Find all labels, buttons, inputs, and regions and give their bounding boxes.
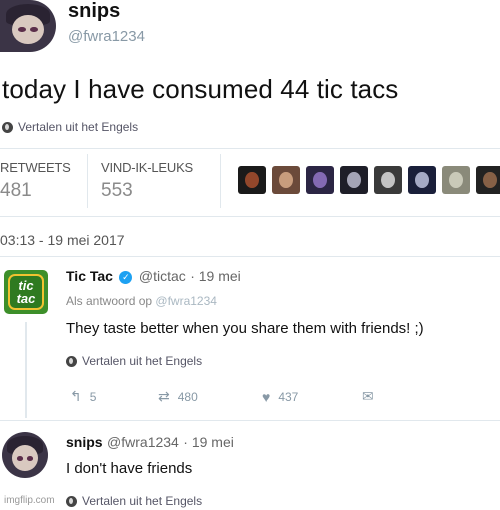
direct-message-action[interactable]: ✉ xyxy=(362,388,374,405)
liker-avatar-figure xyxy=(381,171,395,189)
thread-line xyxy=(25,322,27,418)
reply-count: 5 xyxy=(89,389,97,404)
like-action[interactable]: ♥ 437 xyxy=(262,389,362,405)
likes-label[interactable]: VIND-IK-LEUKS xyxy=(101,160,193,175)
reply2-author-handle[interactable]: @fwra1234 xyxy=(107,434,179,450)
logo-text: tac xyxy=(16,291,36,306)
reply-action[interactable]: ↰ 5 xyxy=(70,388,158,405)
liker-avatar-figure xyxy=(347,171,361,189)
reply-to-line: Als antwoord op @fwra1234 xyxy=(66,294,217,308)
reply2-date[interactable]: · 19 mei xyxy=(183,434,234,450)
reply2-header: snips @fwra1234 · 19 mei xyxy=(66,434,234,452)
divider xyxy=(0,420,500,421)
author-handle[interactable]: @fwra1234 xyxy=(68,28,145,45)
globe-icon xyxy=(2,121,13,133)
liker-avatar[interactable] xyxy=(476,166,500,194)
reply2-text: I don't have friends xyxy=(66,460,193,477)
liker-avatar[interactable] xyxy=(374,166,402,194)
author-avatar[interactable] xyxy=(0,0,56,52)
translate-label: Vertalen uit het Engels xyxy=(82,354,203,368)
reply-author-handle[interactable]: @tictac xyxy=(139,268,186,284)
tweet-actions: ↰ 5 ⇄ 480 ♥ 437 ✉ xyxy=(70,388,374,405)
retweet-action[interactable]: ⇄ 480 xyxy=(158,388,262,405)
liker-avatar-figure xyxy=(483,171,497,189)
verified-badge-icon: ✓ xyxy=(119,271,133,284)
reply-to-label: Als antwoord op xyxy=(66,294,153,308)
retweet-count: 480 xyxy=(177,389,198,404)
translate-link[interactable]: Vertalen uit het Engels xyxy=(2,120,138,134)
liker-avatar[interactable] xyxy=(272,166,300,194)
watermark: imgflip.com xyxy=(4,495,55,506)
tictac-logo-icon: tic tac xyxy=(8,274,44,310)
liker-avatar-figure xyxy=(449,171,463,189)
like-count: 437 xyxy=(278,389,299,404)
reply-header: Tic Tac ✓ @tictac · 19 mei xyxy=(66,268,241,286)
liker-avatar-figure xyxy=(245,171,259,189)
liker-avatar[interactable] xyxy=(238,166,266,194)
liker-avatar[interactable] xyxy=(442,166,470,194)
author-name[interactable]: snips xyxy=(68,0,120,23)
retweet-icon: ⇄ xyxy=(158,388,170,404)
reply2-author-name[interactable]: snips xyxy=(66,434,103,450)
translate-label: Vertalen uit het Engels xyxy=(82,494,203,508)
reply-date[interactable]: · 19 mei xyxy=(190,268,241,284)
heart-icon: ♥ xyxy=(262,388,271,405)
stat-divider xyxy=(87,154,88,208)
tweet-text: today I have consumed 44 tic tacs xyxy=(2,74,399,104)
divider xyxy=(0,256,500,257)
liker-avatar-figure xyxy=(313,171,327,189)
liker-avatars xyxy=(238,166,500,194)
liker-avatar[interactable] xyxy=(306,166,334,194)
liker-avatar[interactable] xyxy=(340,166,368,194)
likes-count[interactable]: 553 xyxy=(101,180,133,202)
reply2-avatar[interactable] xyxy=(2,432,48,478)
retweets-count[interactable]: 481 xyxy=(0,180,32,202)
stat-divider xyxy=(220,154,221,208)
liker-avatar[interactable] xyxy=(408,166,436,194)
envelope-icon: ✉ xyxy=(362,388,374,404)
liker-avatar-figure xyxy=(415,171,429,189)
translate-link[interactable]: Vertalen uit het Engels xyxy=(66,494,202,508)
tweet-timestamp[interactable]: 03:13 - 19 mei 2017 xyxy=(0,232,125,248)
translate-link[interactable]: Vertalen uit het Engels xyxy=(66,354,202,368)
reply-text: They taste better when you share them wi… xyxy=(66,320,424,337)
globe-icon xyxy=(66,495,77,507)
liker-avatar-figure xyxy=(279,171,293,189)
retweets-label[interactable]: RETWEETS xyxy=(0,160,71,175)
tictac-avatar[interactable]: tic tac xyxy=(4,270,48,314)
reply-author-name[interactable]: Tic Tac xyxy=(66,268,113,284)
globe-icon xyxy=(66,355,77,367)
translate-label: Vertalen uit het Engels xyxy=(18,120,139,134)
divider xyxy=(0,148,500,149)
reply-to-handle[interactable]: @fwra1234 xyxy=(155,294,217,308)
divider xyxy=(0,216,500,217)
reply-icon: ↰ xyxy=(70,388,82,404)
